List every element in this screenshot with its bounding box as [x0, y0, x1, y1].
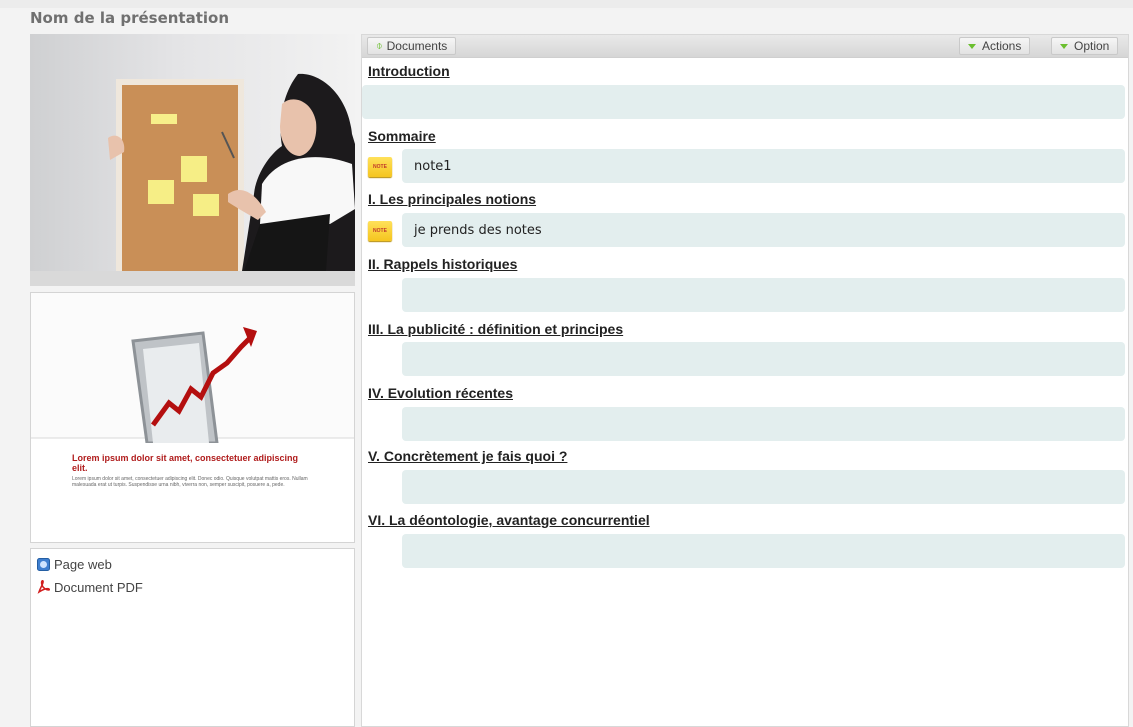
section-heading-concretement[interactable]: V. Concrètement je fais quoi ?: [368, 448, 567, 464]
section-heading-principales-notions[interactable]: I. Les principales notions: [368, 191, 536, 207]
slide-preview: Lorem ipsum dolor sit amet, consectetuer…: [30, 292, 355, 543]
link-document-pdf-label: Document PDF: [54, 579, 143, 595]
note-field-deontologie[interactable]: [402, 534, 1125, 568]
dropdown-triangle-icon: [1060, 43, 1068, 49]
notes-panel: ⌽ Documents Actions Option Introduction …: [361, 34, 1129, 727]
attachments-panel: Page web Document PDF: [30, 548, 355, 727]
actions-label: Actions: [982, 39, 1022, 53]
section-heading-evolution-recentes[interactable]: IV. Evolution récentes: [368, 385, 513, 401]
slide-title: Lorem ipsum dolor sit amet, consectetuer…: [72, 453, 299, 473]
presenter-video-frame[interactable]: [30, 34, 355, 271]
section-heading-introduction[interactable]: Introduction: [368, 63, 450, 79]
note-field-sommaire[interactable]: note1: [402, 149, 1125, 183]
section-heading-deontologie[interactable]: VI. La déontologie, avantage concurrenti…: [368, 512, 650, 528]
pdf-icon: [37, 580, 50, 594]
note-field-concretement[interactable]: [402, 470, 1125, 504]
top-strip: [0, 0, 1133, 8]
note-field-principales-notions[interactable]: je prends des notes: [402, 213, 1125, 247]
documents-label: Documents: [386, 39, 448, 53]
note-field-rappels-historiques[interactable]: [402, 278, 1125, 312]
note-text: je prends des notes: [414, 222, 542, 238]
option-label: Option: [1074, 39, 1110, 53]
note-field-introduction[interactable]: [362, 85, 1125, 119]
note-icon[interactable]: NOTE: [368, 221, 392, 241]
documents-button[interactable]: ⌽ Documents: [367, 37, 457, 55]
documents-icon: ⌽: [376, 39, 383, 52]
actions-button[interactable]: Actions: [959, 37, 1031, 55]
video-player[interactable]: [30, 34, 355, 286]
chart-arrow-illustration: [31, 293, 354, 443]
page-title: Nom de la présentation: [30, 9, 230, 27]
note-text: note1: [414, 158, 452, 174]
section-heading-rappels-historiques[interactable]: II. Rappels historiques: [368, 256, 517, 272]
link-page-web[interactable]: Page web: [37, 556, 112, 572]
note-field-publicite[interactable]: [402, 342, 1125, 376]
presenter-image: [108, 73, 355, 271]
note-icon[interactable]: NOTE: [368, 157, 392, 177]
link-document-pdf[interactable]: Document PDF: [37, 579, 143, 595]
web-page-icon: [37, 557, 50, 571]
section-heading-sommaire[interactable]: Sommaire: [368, 128, 436, 144]
section-heading-publicite[interactable]: III. La publicité : définition et princi…: [368, 321, 623, 337]
note-field-evolution-recentes[interactable]: [402, 407, 1125, 441]
option-button[interactable]: Option: [1051, 37, 1119, 55]
slide-body-text: Lorem ipsum dolor sit amet, consectetuer…: [72, 476, 308, 488]
link-page-web-label: Page web: [54, 556, 112, 572]
dropdown-triangle-icon: [968, 43, 976, 49]
notes-toolbar: ⌽ Documents Actions Option: [362, 35, 1128, 58]
